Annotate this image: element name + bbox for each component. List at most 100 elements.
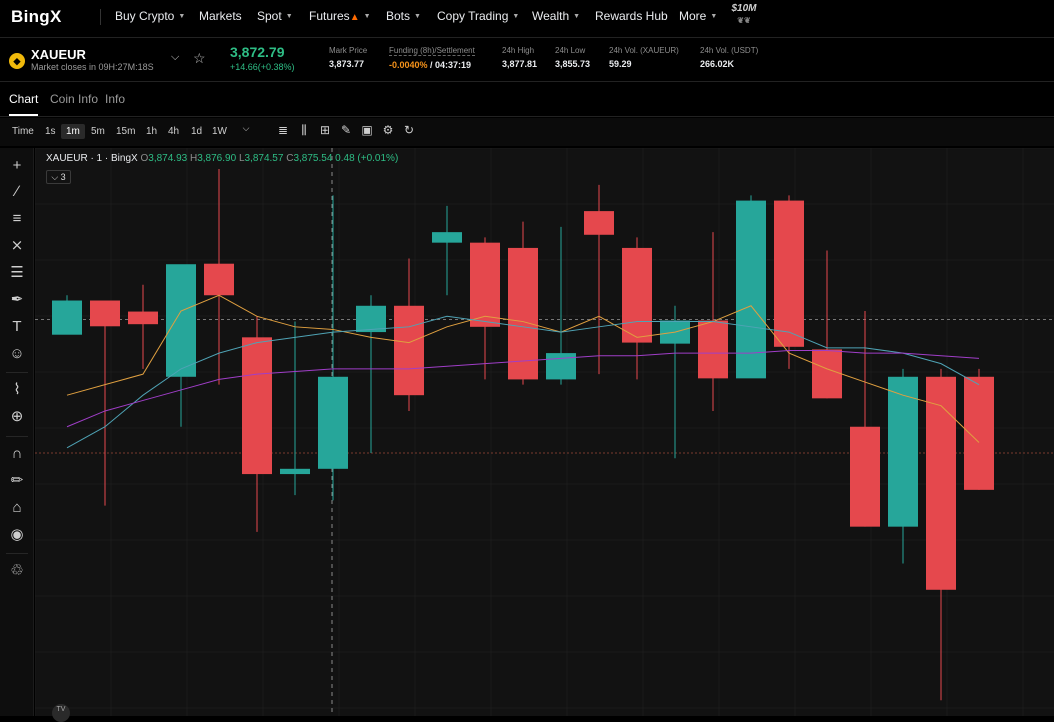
stat-value: 3,877.81 bbox=[502, 59, 538, 69]
10m-badge[interactable]: $10M ❦❦ bbox=[731, 3, 757, 31]
nav-label: Markets bbox=[199, 9, 242, 23]
candle-down bbox=[850, 426, 880, 527]
caret-down-icon: ▼ bbox=[178, 13, 186, 20]
legend-title: XAUEUR · 1 · BingX bbox=[46, 153, 138, 164]
nav-label: Spot bbox=[257, 9, 282, 23]
stat-label: Mark Price bbox=[329, 46, 368, 55]
timeframe-4h[interactable]: 4h bbox=[168, 126, 179, 137]
stat-label: 24h Vol. (XAUEUR) bbox=[609, 46, 679, 55]
horizontal-lines-icon[interactable]: ≡ bbox=[7, 209, 27, 229]
nav-futures[interactable]: Futures▲ ▼ bbox=[309, 9, 371, 23]
text-icon[interactable]: T bbox=[7, 317, 27, 337]
candle-down bbox=[964, 376, 994, 490]
nav-spot[interactable]: Spot ▼ bbox=[257, 9, 293, 23]
toolbar-separator bbox=[6, 372, 28, 373]
indicators-icon[interactable]: ≣ bbox=[276, 123, 290, 137]
timeframe-1w[interactable]: 1W bbox=[212, 126, 227, 137]
caret-down-icon: ▼ bbox=[363, 13, 371, 20]
nav-label: Bots bbox=[386, 9, 411, 23]
favorite-star-icon[interactable]: ☆ bbox=[193, 50, 206, 67]
candle-down bbox=[698, 320, 728, 379]
nav-more[interactable]: More ▼ bbox=[679, 9, 717, 23]
emoji-icon[interactable]: ☺ bbox=[7, 344, 27, 364]
stat-label: 24h Low bbox=[555, 46, 586, 55]
eye-icon[interactable]: ◉ bbox=[7, 525, 27, 545]
trend-line-icon[interactable]: ∕ bbox=[7, 182, 27, 202]
nav-divider bbox=[100, 9, 101, 25]
timeframe-5m[interactable]: 5m bbox=[91, 126, 105, 137]
indicator-collapse-toggle[interactable]: ⌵ 3 bbox=[46, 170, 71, 184]
nav-wealth[interactable]: Wealth ▼ bbox=[532, 9, 580, 23]
candle-up bbox=[166, 264, 196, 377]
candle-down bbox=[242, 337, 272, 475]
stat-label: 24h High bbox=[502, 46, 535, 55]
chevron-down-icon: ⌵ bbox=[51, 172, 59, 182]
candle-up bbox=[736, 200, 766, 379]
zoom-in-icon[interactable]: ⊕ bbox=[7, 407, 27, 427]
symbol-name: XAUEUR bbox=[31, 47, 86, 62]
stat-value: 266.02K bbox=[700, 59, 735, 69]
price-change: +14.66(+0.38%) bbox=[230, 62, 295, 72]
indicator-count: 3 bbox=[60, 172, 66, 182]
stat-value: 3,873.77 bbox=[329, 59, 365, 69]
ruler-icon[interactable]: ⌇ bbox=[7, 380, 27, 400]
candle-down bbox=[622, 247, 652, 343]
nav-copy-trading[interactable]: Copy Trading ▼ bbox=[437, 9, 519, 23]
badge-label: $10M bbox=[731, 3, 757, 14]
ohlc-legend: XAUEUR · 1 · BingX O3,874.93 H3,876.90 L… bbox=[46, 153, 398, 164]
bingx-logo[interactable]: BingX bbox=[11, 7, 62, 27]
caret-down-icon: ▼ bbox=[285, 13, 293, 20]
stat-funding[interactable]: Funding (8h)/Settlement -0.0040% / 04:37:… bbox=[389, 46, 475, 70]
reset-refresh-icon[interactable]: ↻ bbox=[402, 123, 416, 137]
candle-up bbox=[318, 376, 348, 469]
screenshot-camera-icon[interactable]: ▣ bbox=[360, 123, 374, 137]
change-value: 0.48 (+0.01%) bbox=[335, 153, 399, 164]
candle-up bbox=[432, 232, 462, 243]
timeframe-1h[interactable]: 1h bbox=[146, 126, 157, 137]
candle-up bbox=[356, 305, 386, 333]
settings-gear-icon[interactable]: ⚙ bbox=[381, 123, 395, 137]
compare-icon[interactable]: ⊞ bbox=[318, 123, 332, 137]
chart-toolbar bbox=[0, 118, 1054, 146]
tab-coin-info[interactable]: Coin Info bbox=[50, 92, 98, 106]
tab-chart[interactable]: Chart bbox=[9, 92, 38, 106]
candle-down bbox=[508, 247, 538, 380]
stat-value: 59.29 bbox=[609, 59, 632, 69]
timeframe-1m[interactable]: 1m bbox=[61, 124, 85, 139]
candle-up bbox=[888, 376, 918, 527]
trash-icon[interactable]: ♲ bbox=[7, 561, 27, 581]
nav-bots[interactable]: Bots ▼ bbox=[386, 9, 421, 23]
chart-type-candle-icon[interactable]: ⫼ bbox=[297, 123, 311, 138]
ticker-divider bbox=[0, 81, 1054, 82]
candlestick-chart-svg[interactable] bbox=[34, 147, 1054, 716]
tab-info[interactable]: Info bbox=[105, 92, 125, 106]
high-value: 3,876.90 bbox=[197, 153, 237, 164]
toolbar-separator bbox=[6, 436, 28, 437]
caret-down-icon: ▼ bbox=[414, 13, 421, 20]
timeframe-time[interactable]: Time bbox=[12, 126, 34, 137]
crosshair-icon[interactable]: + bbox=[7, 156, 27, 176]
nav-buy-crypto[interactable]: Buy Crypto ▼ bbox=[115, 9, 185, 23]
timeframe-1s[interactable]: 1s bbox=[45, 126, 56, 137]
lock-icon[interactable]: ⌂ bbox=[7, 498, 27, 518]
price-chart[interactable] bbox=[34, 147, 1054, 716]
candle-down bbox=[926, 376, 956, 590]
lock-drawing-icon[interactable]: ✏ bbox=[7, 471, 27, 491]
symbol-dropdown-chevron-icon[interactable]: ⌵ bbox=[171, 51, 179, 64]
nav-rewards-hub[interactable]: Rewards Hub bbox=[595, 9, 668, 23]
timeframe-15m[interactable]: 15m bbox=[116, 126, 135, 137]
fib-levels-icon[interactable]: ☰ bbox=[7, 263, 27, 283]
timeframe-1d[interactable]: 1d bbox=[191, 126, 202, 137]
candle-up bbox=[280, 468, 310, 475]
timeframe-more-chevron-icon[interactable]: ⌵ bbox=[239, 123, 253, 134]
nav-label: Buy Crypto bbox=[115, 9, 175, 23]
open-value: 3,874.93 bbox=[148, 153, 188, 164]
laurel-icon: ❦❦ bbox=[737, 16, 751, 25]
brush-icon[interactable]: ✒ bbox=[7, 290, 27, 310]
magnet-icon[interactable]: ∩ bbox=[7, 444, 27, 464]
pattern-icon[interactable]: ⨯ bbox=[7, 236, 27, 256]
draw-pen-icon[interactable]: ✎ bbox=[339, 123, 353, 137]
nav-label: Copy Trading bbox=[437, 9, 509, 23]
nav-markets[interactable]: Markets bbox=[199, 9, 242, 23]
candle-up bbox=[52, 300, 82, 335]
